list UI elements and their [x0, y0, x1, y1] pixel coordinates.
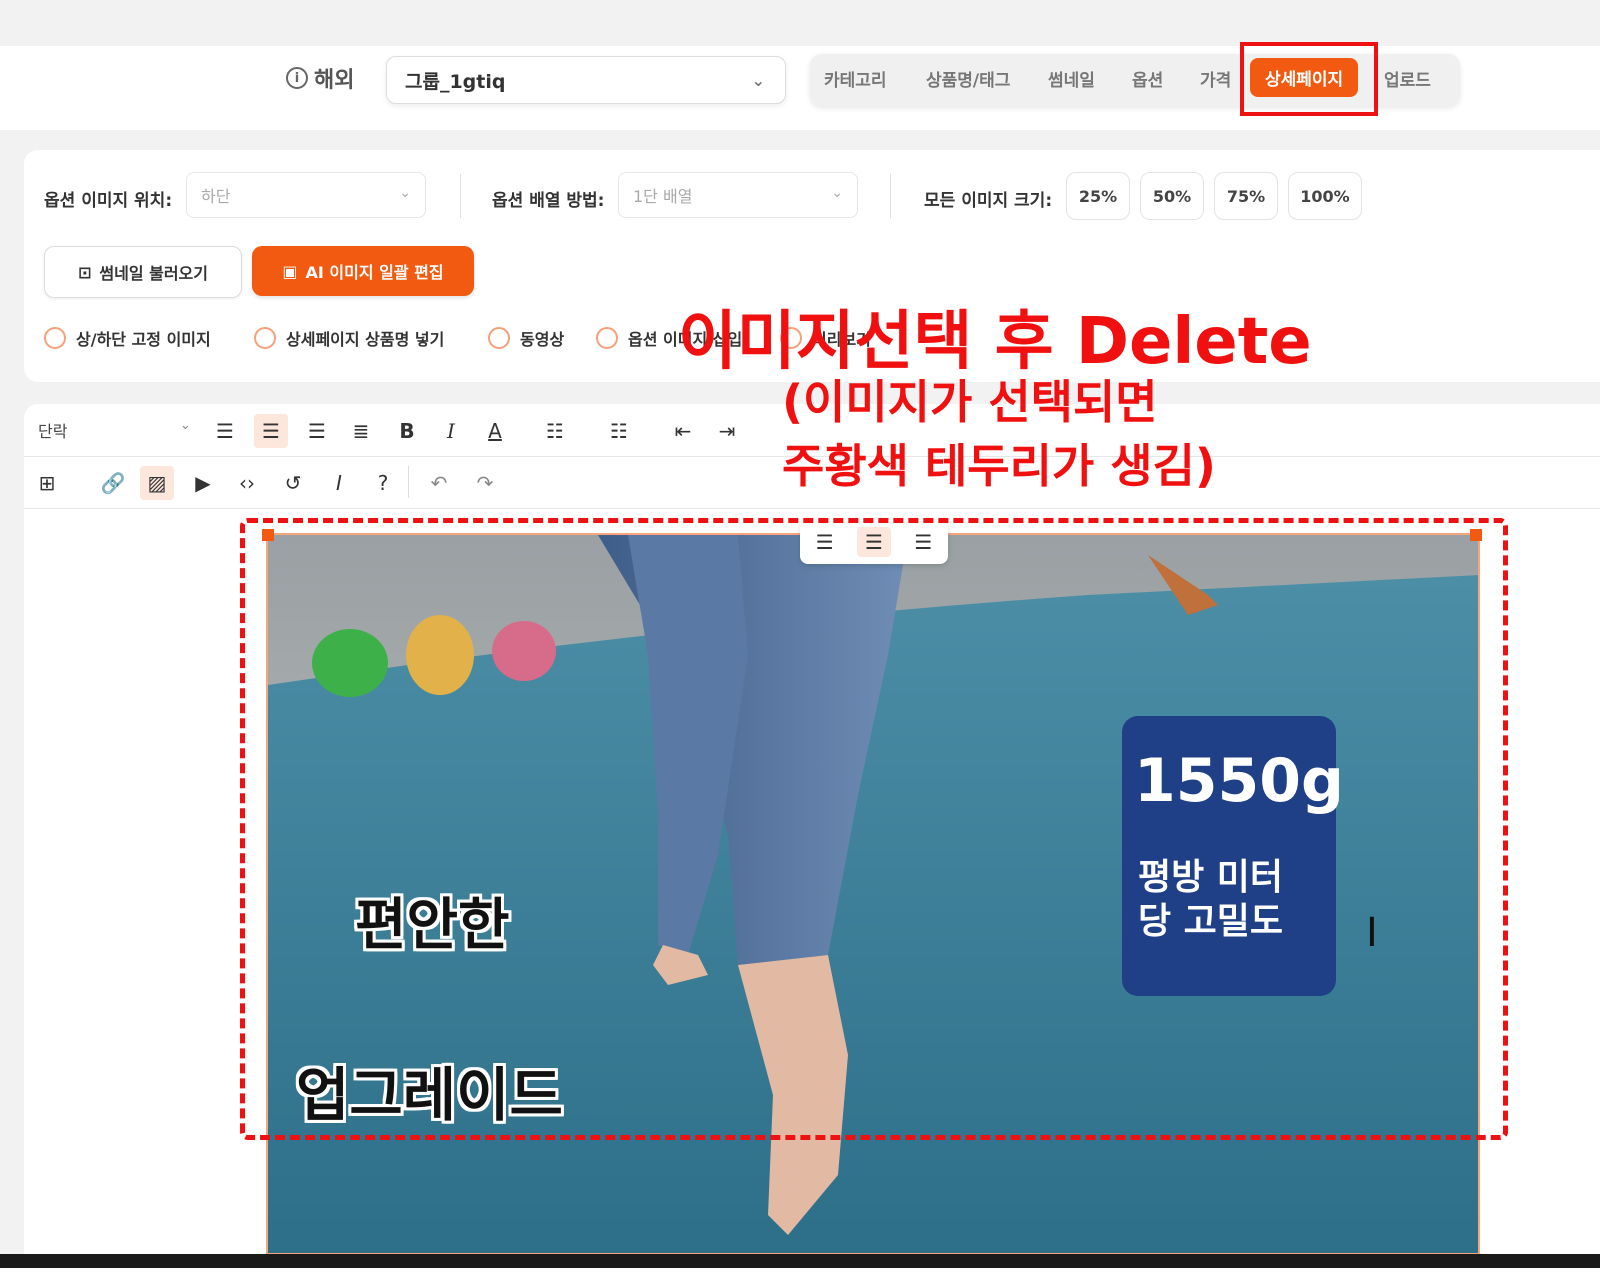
video-icon[interactable]: ▶ [186, 466, 220, 500]
tab-upload[interactable]: 업로드 [1384, 66, 1431, 91]
align-left-icon[interactable]: ☰ [808, 527, 842, 557]
size-50-button[interactable]: 50% [1140, 172, 1204, 220]
highlight-box [1240, 42, 1378, 116]
checkbox-detail-product-name[interactable]: 상세페이지 상품명 넣기 [254, 326, 444, 350]
text-cursor-icon: I [1366, 910, 1378, 956]
toolbar-separator [408, 466, 409, 498]
group-select[interactable]: 그룹_1gtiq ⌄ [386, 56, 786, 104]
ai-image-edit-button[interactable]: ▣ AI 이미지 일괄 편집 [252, 246, 474, 296]
load-thumbnail-button[interactable]: ⊡ 썸네일 불러오기 [44, 246, 242, 298]
layout-value: 1단 배열 [633, 187, 693, 206]
help-icon[interactable]: ? [366, 466, 400, 500]
radio-circle [44, 327, 66, 349]
resize-handle[interactable] [1470, 529, 1482, 541]
tab-price[interactable]: 가격 [1200, 66, 1231, 91]
numbered-list-icon[interactable]: ☷ [602, 414, 636, 448]
radio-circle [596, 327, 618, 349]
align-center-icon[interactable]: ☰ [856, 527, 891, 557]
radio-circle [488, 327, 510, 349]
align-left-icon[interactable]: ☰ [208, 414, 242, 448]
chevron-down-icon: ⌄ [751, 71, 765, 90]
density-badge: 1550g 평방 미터 당 고밀도 [1122, 716, 1344, 996]
align-right-icon[interactable]: ☰ [906, 527, 940, 557]
bullet-list-icon[interactable]: ☷ [538, 414, 572, 448]
italic-icon[interactable]: I [434, 414, 468, 448]
chevron-down-icon: ⌄ [399, 185, 411, 201]
divider [890, 174, 891, 218]
annotation-main: 이미지선택 후 Delete [678, 305, 1312, 379]
image-align-popup: ☰ ☰ ☰ [800, 520, 948, 564]
size-100-button[interactable]: 100% [1288, 172, 1362, 220]
tab-thumbnail[interactable]: 썸네일 [1048, 66, 1095, 91]
align-center-icon[interactable]: ☰ [254, 414, 288, 448]
size-25-button[interactable]: 25% [1066, 172, 1130, 220]
layout-select[interactable]: 1단 배열 ⌄ [618, 172, 858, 218]
image-text-comfortable: 편안한 [355, 893, 510, 958]
badge-line-1: 평방 미터 [1138, 857, 1284, 898]
badge-line-2: 당 고밀도 [1138, 901, 1284, 942]
checkbox-fixed-image[interactable]: 상/하단 고정 이미지 [44, 326, 211, 350]
layout-label: 옵션 배열 방법: [492, 191, 605, 211]
image-position-label: 옵션 이미지 위치: [44, 191, 173, 211]
radio-circle [254, 327, 276, 349]
image-size-label: 모든 이미지 크기: [924, 191, 1053, 211]
checkbox-label: 상세페이지 상품명 넣기 [286, 330, 445, 349]
chevron-down-icon: ⌄ [831, 185, 843, 201]
indent-icon[interactable]: ⇥ [710, 414, 744, 448]
text-color-icon[interactable]: A [478, 414, 512, 448]
tab-option[interactable]: 옵션 [1132, 66, 1163, 91]
image-position-value: 하단 [201, 187, 231, 206]
chevron-down-icon: ⌄ [180, 418, 191, 433]
clear-format-icon[interactable]: I [322, 466, 356, 500]
badge-weight: 1550g [1134, 746, 1344, 816]
code-icon[interactable]: ‹› [230, 466, 264, 500]
top-bar [0, 0, 1600, 46]
annotation-sub: (이미지가 선택되면 주황색 테두리가 생김) [782, 370, 1216, 498]
undo-icon[interactable]: ↶ [422, 466, 456, 500]
resize-handle[interactable] [262, 529, 274, 541]
tab-product-name[interactable]: 상품명/태그 [926, 66, 1010, 91]
checkbox-label: 상/하단 고정 이미지 [76, 330, 211, 349]
ai-image-edit-label: AI 이미지 일괄 편집 [305, 263, 444, 282]
justify-icon[interactable]: ≣ [344, 414, 378, 448]
info-icon[interactable]: i [286, 67, 308, 89]
tab-category[interactable]: 카테고리 [824, 66, 887, 91]
region-label: i 해외 [286, 62, 354, 94]
image-text-upgrade: 업그레이드 [296, 1061, 563, 1129]
size-75-button[interactable]: 75% [1214, 172, 1278, 220]
bottom-bar [0, 1254, 1600, 1283]
image-icon[interactable]: ▨ [140, 466, 174, 500]
ai-edit-icon: ▣ [282, 261, 298, 281]
annotation-sub-line-2: 주황색 테두리가 생김) [782, 439, 1216, 493]
load-thumbnail-label: 썸네일 불러오기 [99, 264, 209, 283]
redo-icon[interactable]: ↷ [468, 466, 502, 500]
history-icon[interactable]: ↺ [276, 466, 310, 500]
paragraph-select[interactable]: 단락 [38, 418, 67, 442]
annotation-sub-line-1: (이미지가 선택되면 [782, 375, 1158, 429]
download-icon: ⊡ [77, 262, 92, 282]
region-text: 해외 [314, 68, 355, 93]
checkbox-label: 동영상 [520, 330, 565, 349]
outdent-icon[interactable]: ⇤ [666, 414, 700, 448]
group-select-value: 그룹_1gtiq [405, 70, 506, 93]
table-icon[interactable]: ⊞ [30, 466, 64, 500]
divider [460, 174, 461, 218]
bold-icon[interactable]: B [390, 414, 424, 448]
link-icon[interactable]: 🔗 [96, 466, 130, 500]
image-position-select[interactable]: 하단 ⌄ [186, 172, 426, 218]
align-right-icon[interactable]: ☰ [300, 414, 334, 448]
checkbox-video[interactable]: 동영상 [488, 326, 564, 350]
